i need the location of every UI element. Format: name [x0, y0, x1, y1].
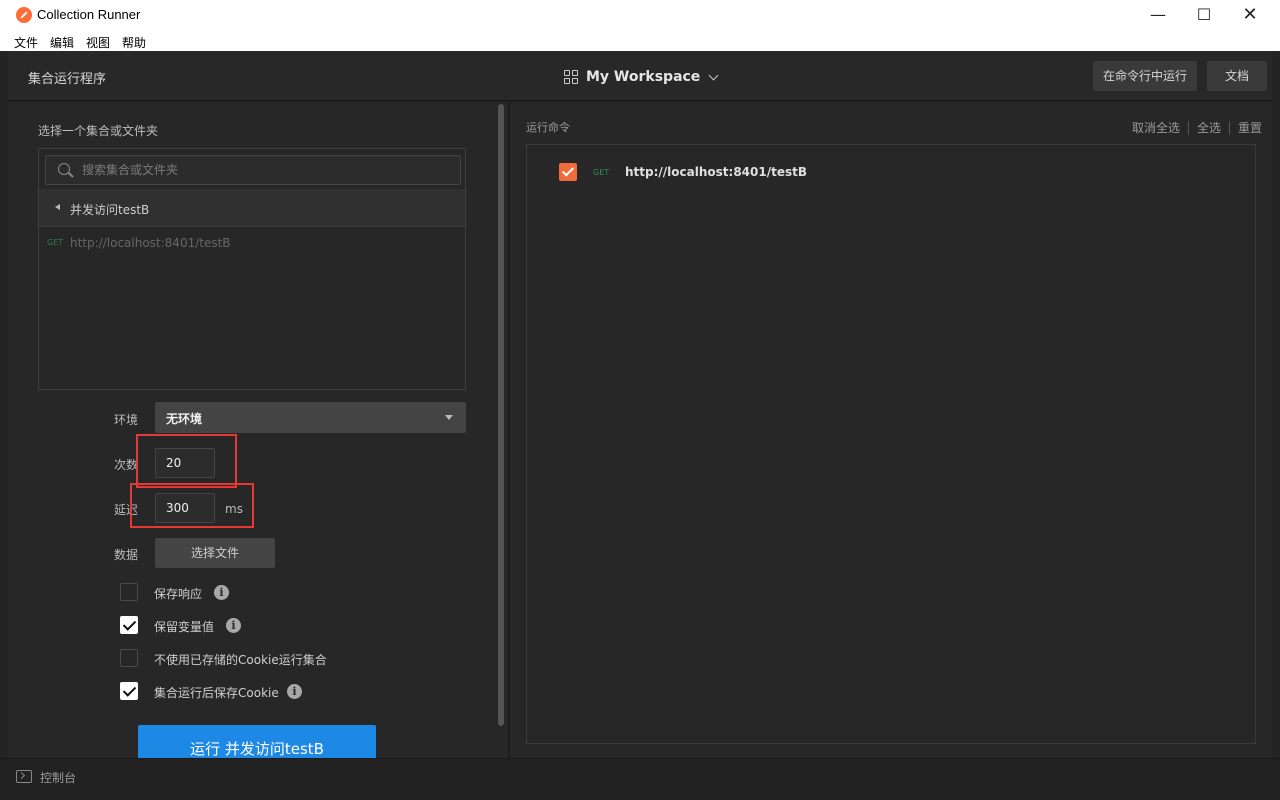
divider: [1187, 120, 1189, 135]
info-icon[interactable]: i: [214, 585, 229, 600]
console-button[interactable]: 控制台: [40, 769, 76, 786]
no-cookies-label: 不使用已存储的Cookie运行集合: [154, 653, 327, 667]
search-box: [45, 155, 461, 185]
scrollbar[interactable]: [498, 104, 504, 726]
keep-variables-label: 保留变量值: [154, 620, 215, 634]
divider: [1228, 120, 1230, 135]
docs-button[interactable]: 文档: [1207, 61, 1267, 91]
save-cookies-label: 集合运行后保存Cookie: [154, 686, 279, 700]
search-input[interactable]: [82, 161, 452, 179]
window-titlebar: Collection Runner — ☐ ✕: [0, 0, 1280, 31]
window-title: Collection Runner: [37, 7, 141, 22]
right-edge: [1272, 51, 1280, 758]
workspace-name: My Workspace: [586, 69, 701, 85]
iterations-label: 次数: [114, 458, 139, 472]
run-in-cli-button[interactable]: 在命令行中运行: [1093, 61, 1197, 91]
reset-link[interactable]: 重置: [1238, 119, 1262, 136]
menu-view[interactable]: 视图: [86, 34, 110, 51]
info-icon[interactable]: i: [287, 684, 302, 699]
runner-header: 集合运行程序 My Workspace 在命令行中运行 文档: [8, 51, 1272, 101]
save-cookies-checkbox[interactable]: [120, 682, 138, 700]
request-item[interactable]: GET http://localhost:8401/testB: [39, 235, 465, 255]
status-bar: 控制台: [0, 758, 1280, 800]
chevron-down-icon: [708, 70, 719, 80]
info-icon[interactable]: i: [226, 618, 241, 633]
run-order-title: 运行命令: [526, 121, 570, 134]
request-checkbox[interactable]: [559, 163, 577, 181]
menu-file[interactable]: 文件: [14, 34, 38, 51]
choose-collection-label: 选择一个集合或文件夹: [38, 124, 159, 138]
workspace-switcher[interactable]: My Workspace: [564, 66, 719, 88]
deselect-all-link[interactable]: 取消全选: [1132, 119, 1180, 136]
run-order-panel: 运行命令 取消全选 全选 重置 GET http://localhost:840…: [510, 102, 1272, 758]
no-cookies-checkbox[interactable]: [120, 649, 138, 667]
method-badge: GET: [47, 238, 64, 247]
minimize-button[interactable]: —: [1135, 0, 1181, 31]
folder-name: 并发访问testB: [70, 203, 150, 217]
run-request-url: http://localhost:8401/testB: [625, 165, 807, 179]
method-badge: GET: [593, 168, 610, 177]
save-responses-checkbox[interactable]: [120, 583, 138, 601]
caret-left-icon: [55, 204, 60, 210]
environment-value: 无环境: [166, 412, 203, 426]
console-icon[interactable]: [16, 770, 32, 783]
maximize-button[interactable]: ☐: [1181, 0, 1227, 31]
delay-highlight: [130, 483, 254, 528]
run-order-actions: 取消全选 全选 重置: [1132, 119, 1262, 136]
runner-config-panel: 选择一个集合或文件夹 并发访问testB GET http://localhos…: [8, 102, 508, 758]
menu-help[interactable]: 帮助: [122, 34, 146, 51]
data-label: 数据: [114, 548, 139, 562]
postman-logo-icon: [16, 7, 32, 23]
left-edge: [0, 51, 8, 758]
folder-back-row[interactable]: 并发访问testB: [39, 189, 465, 227]
search-icon: [58, 163, 70, 175]
select-file-button[interactable]: 选择文件: [155, 538, 275, 568]
menu-bar: 文件 编辑 视图 帮助: [0, 31, 1280, 51]
request-url: http://localhost:8401/testB: [70, 236, 231, 250]
run-order-list: GET http://localhost:8401/testB: [526, 144, 1256, 744]
environment-label: 环境: [114, 413, 139, 427]
workspace-grid-icon: [564, 70, 578, 84]
iterations-highlight: [136, 434, 237, 488]
keep-variables-checkbox[interactable]: [120, 616, 138, 634]
close-button[interactable]: ✕: [1227, 0, 1273, 31]
collection-picker: 并发访问testB GET http://localhost:8401/test…: [38, 148, 466, 390]
menu-edit[interactable]: 编辑: [50, 34, 74, 51]
environment-select[interactable]: 无环境: [155, 402, 466, 433]
select-all-link[interactable]: 全选: [1197, 119, 1221, 136]
caret-down-icon: [445, 415, 453, 420]
page-title: 集合运行程序: [28, 72, 107, 87]
save-responses-label: 保存响应: [154, 587, 203, 601]
run-collection-button[interactable]: 运行 并发访问testB: [138, 725, 376, 758]
